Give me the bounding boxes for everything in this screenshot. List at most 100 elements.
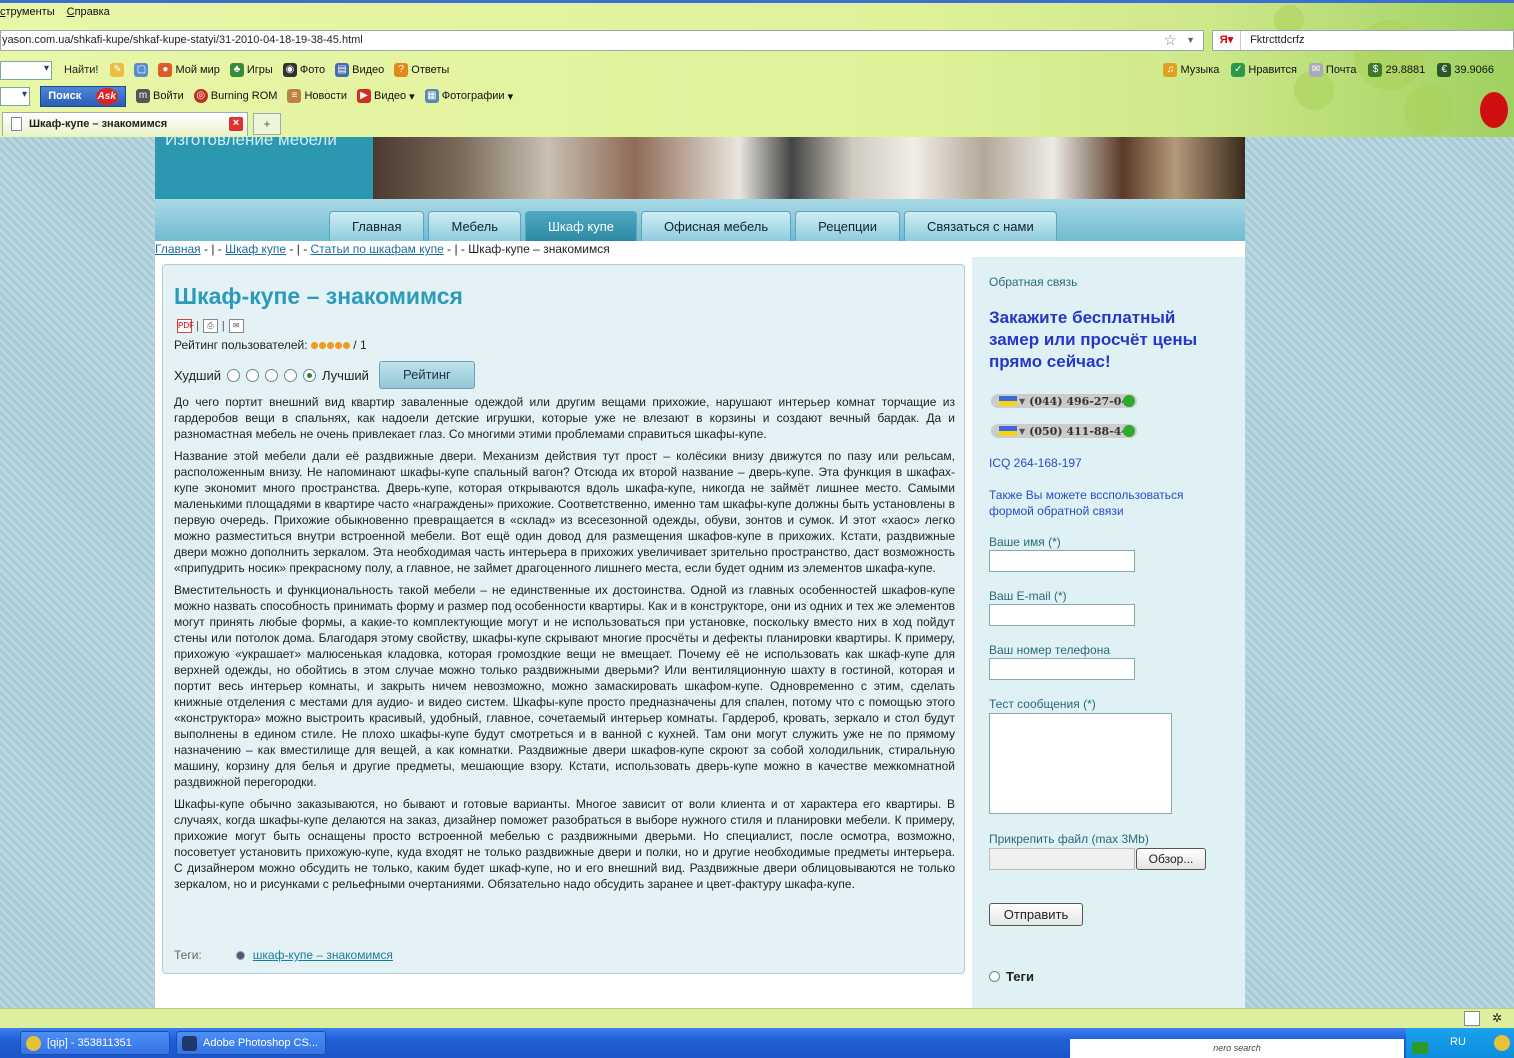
email-label: Ваш E-mail (*) (989, 589, 1067, 603)
call-icon[interactable] (1123, 425, 1135, 437)
feedback-sidebar: Обратная связь Закажите бесплатный замер… (972, 257, 1245, 1008)
find-button[interactable]: Найти! (62, 64, 100, 76)
article-tags: Теги: шкаф-купе – знакомимся (174, 948, 393, 962)
email-field[interactable] (989, 604, 1135, 626)
icq-number: ICQ 264-168-197 (989, 456, 1082, 470)
toolbar-item-like[interactable]: ✓ Нравится (1231, 63, 1297, 77)
call-icon[interactable] (1123, 395, 1135, 407)
language-indicator[interactable]: RU (1450, 1036, 1466, 1048)
status-page-icon[interactable] (1464, 1011, 1480, 1026)
page-icon[interactable]: ▢ (134, 63, 149, 77)
nav-item-wardrobes[interactable]: Шкаф купе (525, 211, 638, 241)
answers-icon: ? (394, 63, 409, 77)
vote-radio-1[interactable] (227, 368, 240, 382)
ask-search-combo[interactable] (0, 86, 30, 106)
taskbar-item-qip[interactable]: [qip] - 353811351 (20, 1031, 170, 1055)
toolbar-item-usd[interactable]: $29.8881 (1368, 63, 1425, 77)
toolbar-item-news[interactable]: ≡ Новости (287, 89, 347, 103)
site-banner: Изготовление мебели (155, 137, 1245, 199)
file-path-field[interactable] (989, 848, 1135, 870)
yandex-icon[interactable]: Я▾ (1213, 31, 1241, 50)
toolbar-item-eur[interactable]: €39.9066 (1437, 63, 1494, 77)
breadcrumb-current: Шкаф-купе – знакомимся (468, 242, 610, 256)
new-tab-button[interactable]: + (253, 113, 281, 135)
vote-radio-4[interactable] (284, 368, 297, 382)
message-textarea[interactable] (989, 713, 1172, 814)
rating-stars-icon (310, 342, 350, 350)
news-icon: ≡ (287, 89, 302, 103)
pdf-icon[interactable]: PDF (177, 319, 194, 333)
nero-search-box[interactable]: nero search (1070, 1039, 1404, 1058)
article-body: До чего портит внешний вид квартир завал… (174, 394, 955, 898)
breadcrumb-subcategory[interactable]: Статьи по шкафам купе (311, 242, 444, 256)
nav-item-contact[interactable]: Связаться с нами (904, 211, 1057, 241)
tags-title: Теги (1006, 969, 1034, 984)
toolbar-item-mail[interactable]: ✉ Почта (1308, 63, 1356, 77)
arrow-icon[interactable] (1412, 1042, 1428, 1054)
tab-active[interactable]: Шкаф-купе – знакомимся × (2, 112, 248, 136)
toolbar-item-my-world[interactable]: ● Мой мир (158, 63, 220, 77)
phone-field[interactable] (989, 658, 1135, 680)
toolbar-item-music[interactable]: ♫ Музыка (1163, 63, 1219, 77)
banner-title-area: Изготовление мебели (155, 137, 373, 199)
site-container: Изготовление мебели Главная Мебель Шкаф … (155, 137, 1245, 1008)
name-field[interactable] (989, 550, 1135, 572)
vote-radio-2[interactable] (246, 368, 259, 382)
sidebar-title: Обратная связь (989, 275, 1078, 289)
vote-radio-5[interactable] (303, 368, 316, 382)
browser-status-bar: ✲ (0, 1008, 1514, 1028)
email-icon[interactable]: ✉ (228, 319, 244, 333)
tags-module: Теги (989, 969, 1034, 984)
close-tab-icon[interactable]: × (229, 117, 243, 131)
tab-strip: Шкаф-купе – знакомимся × + (0, 112, 1514, 137)
feedback-form-hint: Также Вы можете всспользоваться формой о… (989, 488, 1184, 518)
address-bar[interactable]: yason.com.ua/shkafi-kupe/shkaf-kupe-stat… (0, 30, 1204, 51)
toolbar-item-photo[interactable]: ◉ Фото (282, 63, 325, 77)
name-label: Ваше имя (*) (989, 535, 1061, 549)
menu-help[interactable]: Справка (67, 6, 110, 24)
ask-search-button[interactable]: Поиск Ask (40, 85, 126, 107)
rate-button[interactable]: Рейтинг (378, 361, 475, 389)
breadcrumb-home[interactable]: Главная (155, 242, 201, 256)
article-paragraph: До чего портит внешний вид квартир завал… (174, 395, 955, 441)
qip-tray-icon[interactable] (1494, 1035, 1510, 1051)
burning-rom-icon: ◎ (193, 89, 208, 103)
toolbar-item-video2[interactable]: ▶ Видео ▾ (357, 89, 415, 103)
toolbar-item-games[interactable]: ♣ Игры (229, 63, 273, 77)
toolbar-item-photos[interactable]: ▦ Фотографии ▾ (424, 89, 513, 103)
search-bar-text: Fktrcttdcrfz (1250, 34, 1305, 46)
nav-item-office[interactable]: Офисная мебель (641, 211, 792, 241)
highlight-icon[interactable]: ✎ (110, 63, 125, 77)
toolbar-item-login[interactable]: m Войти (136, 89, 184, 103)
toolbar-search-combo[interactable] (0, 60, 52, 80)
tab-title: Шкаф-купе – знакомимся (29, 118, 168, 130)
mail-icon: ✉ (1308, 63, 1323, 77)
system-tray: RU (1406, 1028, 1514, 1058)
status-addon-icon[interactable]: ✲ (1492, 1011, 1508, 1026)
photos-icon: ▦ (424, 89, 439, 103)
nav-item-home[interactable]: Главная (329, 211, 425, 241)
tag-link[interactable]: шкаф-купе – знакомимся (253, 948, 393, 962)
menu-tools[interactable]: струменты (0, 6, 55, 24)
article-paragraph: Название этой мебели дали её раздвижные … (174, 449, 955, 575)
print-icon[interactable]: ⎙ (202, 319, 218, 333)
menu-bar: струменты Справка (0, 6, 110, 24)
address-dropdown-icon[interactable]: ▼ (1186, 31, 1195, 50)
rating-label: Рейтинг пользователей: (174, 338, 308, 352)
phone-badge[interactable]: ▼ (050) 411-88-44 (991, 424, 1137, 438)
nav-item-reception[interactable]: Рецепции (795, 211, 901, 241)
breadcrumb-category[interactable]: Шкаф купе (225, 242, 286, 256)
toolbar-item-answers[interactable]: ? Ответы (394, 63, 449, 77)
vote-radio-3[interactable] (265, 368, 278, 382)
bookmark-star-icon[interactable]: ☆ (1164, 31, 1177, 50)
vote-form: Худший Лучший Рейтинг (174, 361, 475, 389)
browse-button[interactable]: Обзор... (1136, 848, 1206, 870)
toolbar-item-video[interactable]: ▤ Видео (335, 63, 384, 77)
toolbar-item-burning-rom[interactable]: ◎ Burning ROM (193, 89, 277, 103)
search-bar[interactable]: Я▾ Fktrcttdcrfz (1212, 30, 1514, 51)
nav-item-furniture[interactable]: Мебель (428, 211, 521, 241)
send-button[interactable]: Отправить (989, 903, 1083, 926)
toolbar-mailru: Найти! ✎ ▢ ●Мой мир ♣Игры ◉Фото ▤Видео ?… (0, 59, 449, 81)
taskbar-item-photoshop[interactable]: Adobe Photoshop CS... (176, 1031, 326, 1055)
phone-badge[interactable]: ▼ (044) 496-27-04 (991, 394, 1137, 408)
